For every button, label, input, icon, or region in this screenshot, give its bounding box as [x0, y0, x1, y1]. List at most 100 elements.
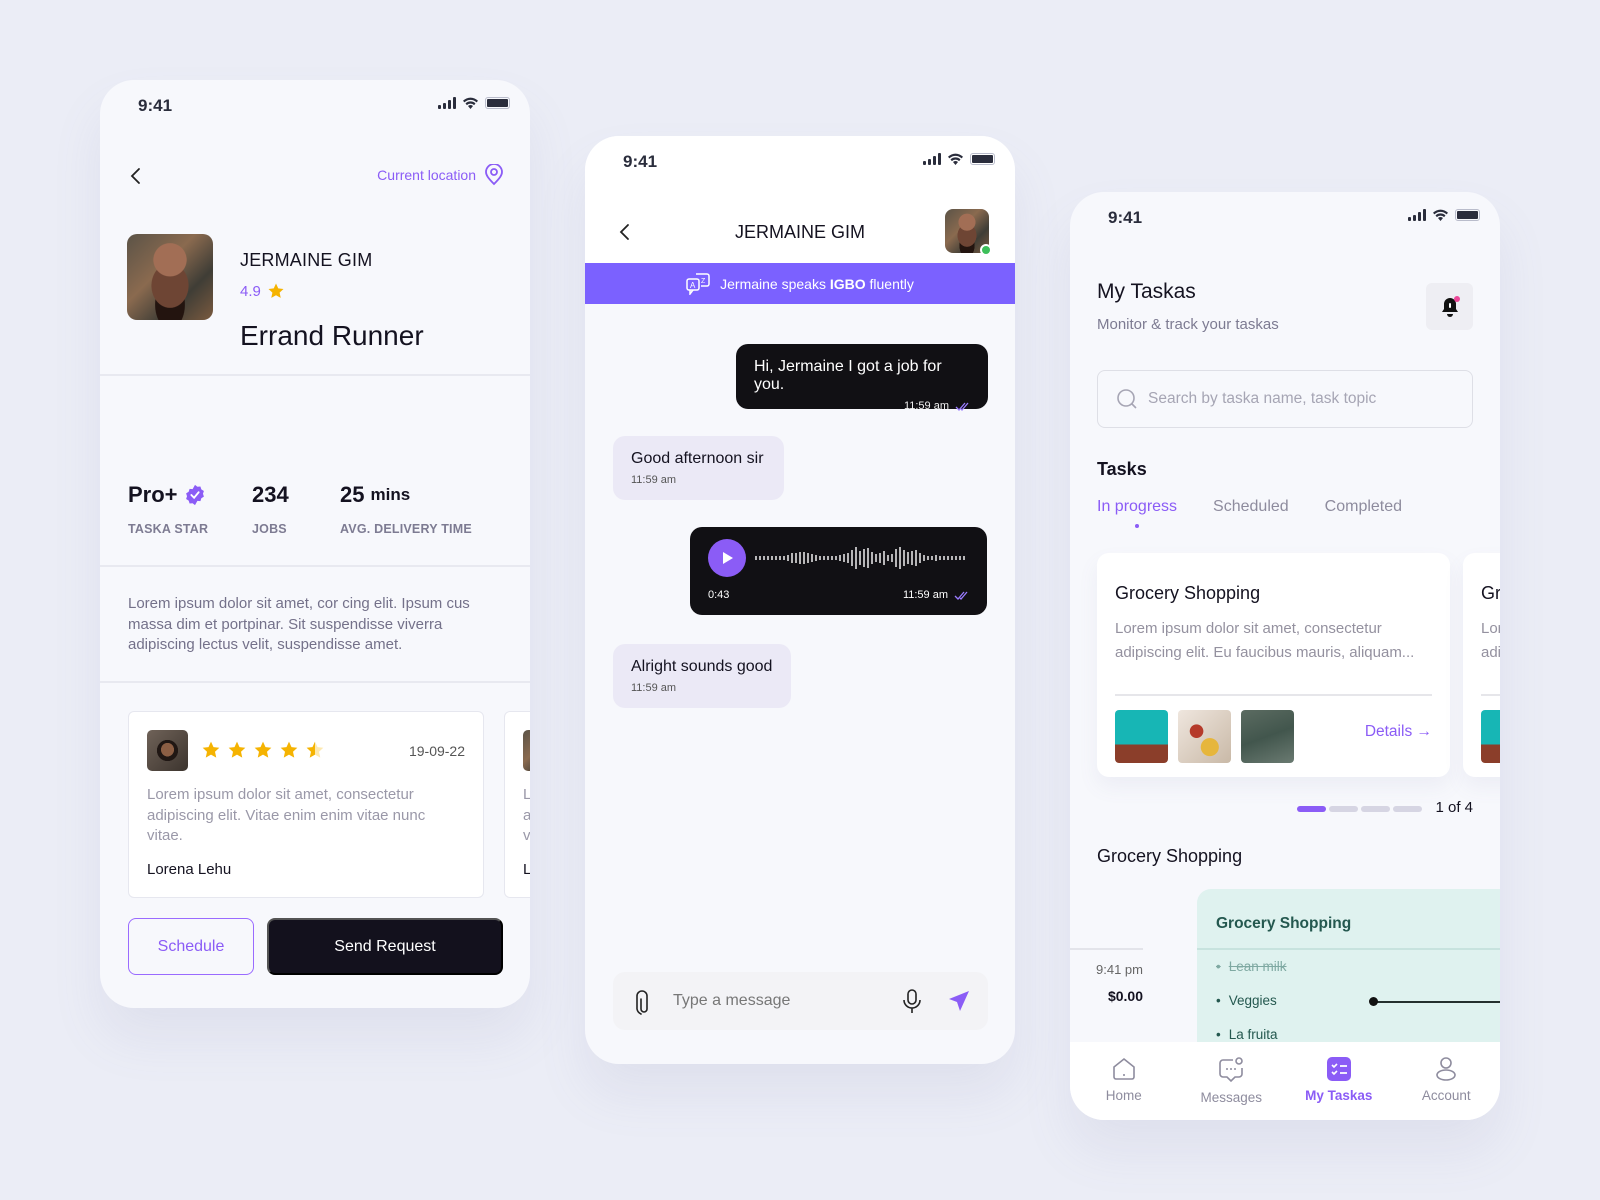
- stat-unit: mins: [370, 485, 411, 504]
- timeline-time: 9:41 pm: [1096, 962, 1143, 977]
- stat-label: AVG. DELIVERY TIME: [340, 522, 472, 536]
- nav-my-taskas[interactable]: My Taskas: [1285, 1042, 1393, 1120]
- profile-avatar: [127, 234, 213, 320]
- nav-home[interactable]: Home: [1070, 1042, 1178, 1120]
- bottom-nav: Home Messages My Taskas Account: [1070, 1042, 1500, 1120]
- task-card[interactable]: Grocery Shopping Lorem ipsum dolor sit a…: [1463, 553, 1500, 777]
- divider: [100, 681, 530, 683]
- status-time: 9:41: [623, 152, 658, 171]
- page-subtitle: Monitor & track your taskas: [1097, 316, 1279, 333]
- signal-icon: [923, 153, 941, 165]
- stat-jobs: 234 JOBS: [252, 482, 289, 536]
- message-bubble-incoming[interactable]: Alright sounds good 11:59 am: [613, 644, 791, 708]
- carousel-dot[interactable]: [1361, 806, 1390, 812]
- status-time: 9:41: [1108, 208, 1143, 227]
- wifi-icon: [948, 153, 963, 165]
- checklist-item[interactable]: • Veggies: [1216, 993, 1277, 1008]
- tasks-section-title: Tasks: [1097, 459, 1147, 479]
- message-bubble-outgoing[interactable]: Hi, Jermaine I got a job for you. 11:59 …: [736, 344, 988, 412]
- voice-message[interactable]: 0:43 11:59 am: [690, 527, 987, 615]
- online-indicator: [980, 244, 992, 256]
- stat-value: 25: [340, 482, 365, 507]
- nav-messages[interactable]: Messages: [1178, 1042, 1286, 1120]
- review-card[interactable]: 19-09-22 Lorem ipsum dolor sit amet, con…: [128, 711, 484, 898]
- battery-icon: [970, 153, 995, 165]
- details-link[interactable]: Details →: [1365, 723, 1432, 741]
- pager-count: 1 of 4: [1435, 799, 1473, 816]
- tab-in-progress[interactable]: In progress: [1097, 498, 1177, 528]
- nav-label: My Taskas: [1305, 1088, 1373, 1103]
- voice-duration: 0:43: [708, 589, 730, 601]
- send-icon[interactable]: [947, 989, 971, 1013]
- back-icon[interactable]: [126, 166, 146, 186]
- checklist-title: Grocery Shopping: [1216, 915, 1352, 932]
- attachment-icon[interactable]: [633, 989, 653, 1015]
- carousel-dot[interactable]: [1329, 806, 1358, 812]
- stat-value: 234: [252, 482, 289, 507]
- message-input[interactable]: [673, 972, 883, 1030]
- tab-scheduled[interactable]: Scheduled: [1213, 498, 1289, 516]
- nav-label: Home: [1105, 1088, 1142, 1103]
- message-text: Hi, Jermaine I got a job for you.: [754, 358, 942, 393]
- translate-icon: AZ: [686, 272, 710, 295]
- waveform[interactable]: [754, 541, 974, 575]
- message-text: Good afternoon sir: [631, 450, 764, 467]
- stat-value: Pro+: [128, 482, 178, 507]
- profile-rating: 4.9: [240, 282, 285, 300]
- status-time: 9:41: [138, 96, 173, 115]
- task-image[interactable]: [1241, 710, 1294, 763]
- schedule-button[interactable]: Schedule: [128, 918, 254, 975]
- carousel-dot[interactable]: [1297, 806, 1326, 812]
- status-bar: 9:41: [100, 80, 530, 136]
- task-card[interactable]: Grocery Shopping Lorem ipsum dolor sit a…: [1097, 553, 1450, 777]
- chat-screen: 9:41 JERMAINE GIM AZ Jermaine speaks IGB…: [585, 136, 1015, 1064]
- divider: [1481, 694, 1500, 696]
- stat-delivery-time: 25 mins AVG. DELIVERY TIME: [340, 482, 472, 536]
- tab-completed[interactable]: Completed: [1325, 498, 1402, 516]
- schedule-section-title: Grocery Shopping: [1097, 846, 1243, 866]
- progress-handle[interactable]: [1369, 997, 1378, 1006]
- message-time: 11:59 am: [631, 682, 677, 694]
- task-image[interactable]: [1481, 710, 1500, 763]
- task-description: Lorem ipsum dolor sit amet, consectetur …: [1115, 620, 1415, 661]
- page-title: My Taskas: [1097, 280, 1196, 303]
- svg-text:A: A: [690, 281, 696, 290]
- profile-role: Errand Runner: [240, 320, 424, 351]
- stat-label: JOBS: [252, 522, 287, 536]
- review-text: Lorem ipsum dolor sit amet, consectetur …: [147, 786, 426, 844]
- home-icon: [1112, 1057, 1135, 1080]
- review-card[interactable]: Lorem ipsum dolor sit amet, consectetur …: [504, 711, 530, 898]
- contact-avatar[interactable]: [945, 209, 992, 256]
- checklist-item[interactable]: • La fruita: [1216, 1027, 1278, 1042]
- task-title: Grocery Shopping: [1115, 583, 1261, 603]
- current-location-link[interactable]: Current location: [377, 164, 504, 186]
- battery-icon: [1455, 209, 1480, 221]
- svg-text:Z: Z: [701, 278, 706, 285]
- account-icon: [1436, 1057, 1457, 1081]
- search-input[interactable]: [1148, 371, 1458, 426]
- wifi-icon: [463, 97, 478, 109]
- carousel-dot[interactable]: [1393, 806, 1422, 812]
- battery-icon: [485, 97, 510, 109]
- current-location-label: Current location: [377, 167, 476, 183]
- divider: [1197, 948, 1500, 950]
- checklist-card[interactable]: Grocery Shopping • Lean milk • Veggies • La…: [1197, 889, 1500, 1049]
- task-image[interactable]: [1178, 710, 1231, 763]
- checklist-item[interactable]: • Lean milk: [1216, 959, 1287, 974]
- nav-account[interactable]: Account: [1393, 1042, 1501, 1120]
- divider: [100, 565, 530, 567]
- send-request-button[interactable]: Send Request: [267, 918, 503, 975]
- task-image[interactable]: [1115, 710, 1168, 763]
- star-icon: [254, 741, 272, 758]
- task-title: Grocery Shopping: [1481, 583, 1500, 603]
- location-pin-icon: [485, 164, 503, 186]
- play-button[interactable]: [708, 539, 746, 577]
- divider: [1115, 694, 1432, 696]
- star-icon: [268, 283, 284, 298]
- message-bubble-incoming[interactable]: Good afternoon sir 11:59 am: [613, 436, 784, 500]
- message-time: 11:59 am: [631, 474, 677, 486]
- stat-taska-star: Pro+ TASKA STAR: [128, 482, 208, 536]
- notifications-button[interactable]: [1426, 283, 1473, 330]
- timeline-amount: $0.00: [1107, 988, 1143, 1004]
- microphone-icon[interactable]: [901, 988, 923, 1014]
